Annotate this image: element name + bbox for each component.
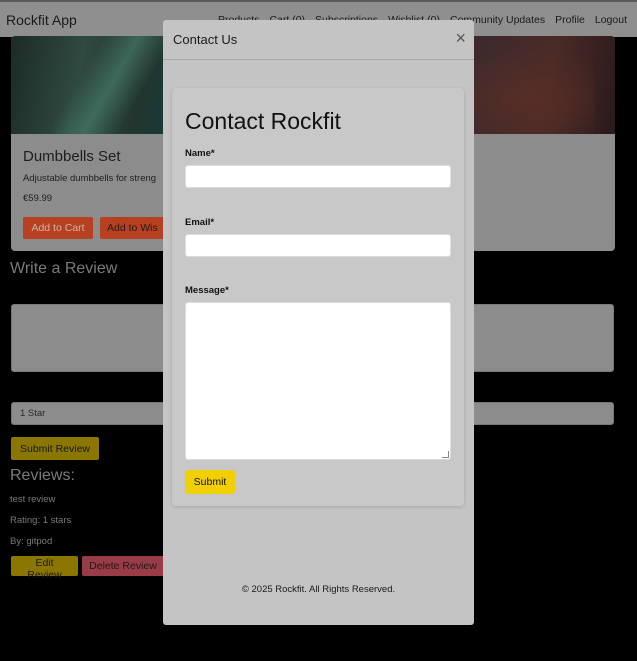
nav-link-profile[interactable]: Profile — [555, 14, 585, 26]
product-price: €59.99 — [23, 193, 53, 204]
name-label: Name* — [185, 148, 215, 159]
add-to-cart-button[interactable]: Add to Cart — [23, 217, 93, 239]
review-rating: Rating: 1 stars — [10, 515, 72, 526]
modal-footer-copyright: © 2025 Rockfit. All Rights Reserved. — [241, 584, 396, 595]
review-author: By: gitpod — [10, 536, 53, 547]
submit-review-button[interactable]: Submit Review — [11, 437, 99, 460]
name-field[interactable] — [185, 165, 451, 188]
reviews-heading: Reviews: — [10, 467, 75, 484]
product-description: Adjustable dumbbells for streng — [23, 173, 157, 184]
write-review-heading: Write a Review — [10, 260, 118, 277]
modal-header: Contact Us × — [163, 20, 474, 60]
contact-form-panel: Contact Rockfit Name* Email* Message* Su… — [172, 88, 464, 506]
edit-review-button[interactable]: Edit Review — [11, 556, 78, 581]
message-field[interactable] — [185, 302, 451, 460]
brand-logo[interactable]: Rockfit App — [6, 12, 77, 28]
delete-review-button[interactable]: Delete Review — [82, 556, 164, 576]
close-icon[interactable]: × — [455, 29, 466, 47]
contact-form-title: Contact Rockfit — [185, 108, 341, 134]
contact-modal: Contact Us × Contact Rockfit Name* Email… — [163, 20, 474, 625]
nav-link-logout[interactable]: Logout — [595, 14, 627, 26]
email-field[interactable] — [185, 234, 451, 257]
email-label: Email* — [185, 217, 215, 228]
contact-submit-button[interactable]: Submit — [185, 470, 235, 494]
product-title: Dumbbells Set — [23, 148, 121, 165]
review-body: test review — [10, 494, 56, 505]
message-label: Message* — [185, 285, 229, 296]
modal-title: Contact Us — [173, 32, 238, 47]
resize-handle-icon[interactable] — [442, 451, 449, 458]
